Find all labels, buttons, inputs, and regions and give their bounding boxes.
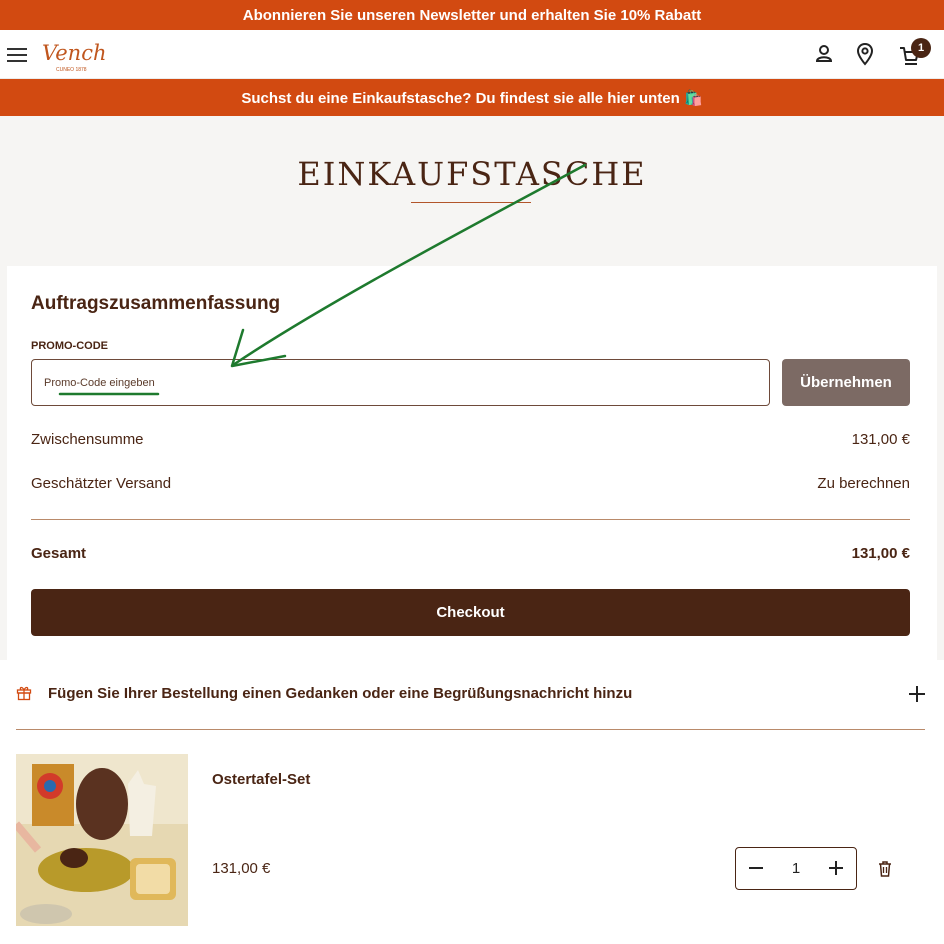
cart-count-badge[interactable]: 1 [911,38,931,58]
newsletter-banner[interactable]: Abonnieren Sie unseren Newsletter und er… [0,0,944,30]
summary-divider [31,519,910,520]
subtotal-label: Zwischensumme [31,431,144,448]
product-image[interactable] [16,754,188,926]
checkout-button[interactable]: Checkout [31,589,910,636]
quantity-stepper: 1 [735,847,857,890]
gift-message-text: Fügen Sie Ihrer Bestellung einen Gedanke… [48,685,633,702]
page-title: EINKAUFSTASCHE [297,155,647,193]
apply-promo-button[interactable]: Übernehmen [782,359,910,406]
product-name[interactable]: Ostertafel-Set [212,771,310,788]
account-icon[interactable] [812,42,836,66]
site-header: Venchi CUNEO 1878 [0,30,944,79]
newsletter-banner-text: Abonnieren Sie unseren Newsletter und er… [242,6,702,24]
total-label: Gesamt [31,545,87,562]
promo-code-input[interactable] [31,359,770,406]
promo-code-label: PROMO-CODE [31,340,108,352]
shopping-bag-banner[interactable]: Suchst du eine Einkaufstasche? Du findes… [0,79,944,116]
minus-icon[interactable] [746,858,766,878]
shipping-label: Geschätzter Versand [31,475,172,492]
plus-icon[interactable] [826,858,846,878]
subtotal-value: 131,00 € [851,431,910,448]
location-pin-icon[interactable] [853,42,877,66]
quantity-value[interactable]: 1 [776,860,816,877]
order-summary-title: Auftragszusammenfassung [31,293,281,314]
plus-icon[interactable] [907,684,927,704]
brand-name: Venchi [42,41,107,65]
menu-icon[interactable] [7,48,27,62]
product-price: 131,00 € [212,860,271,877]
gift-icon [16,686,32,701]
brand-sub: CUNEO 1878 [56,67,87,73]
title-underline [411,202,531,203]
total-value: 131,00 € [851,545,910,562]
shipping-value: Zu berechnen [817,475,910,492]
trash-icon[interactable] [876,860,894,878]
venchi-logo[interactable]: Venchi CUNEO 1878 [41,38,107,74]
gift-message-toggle[interactable]: Fügen Sie Ihrer Bestellung einen Gedanke… [0,660,944,730]
shopping-bag-banner-text: Suchst du eine Einkaufstasche? Du findes… [241,89,703,107]
